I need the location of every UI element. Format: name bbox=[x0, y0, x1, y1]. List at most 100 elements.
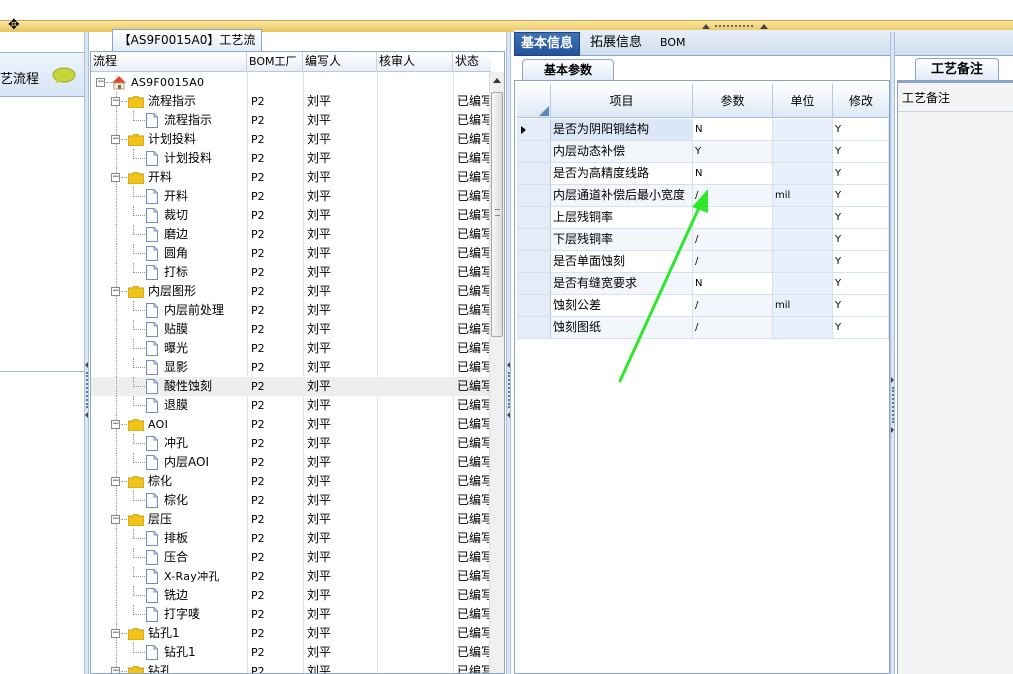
tree-node[interactable]: − 钻孔1 P2 刘平 已编写 bbox=[91, 624, 491, 643]
tree-root-node[interactable]: − AS9F0015A0 bbox=[91, 73, 491, 92]
collapse-left-icon[interactable] bbox=[85, 412, 88, 418]
collapse-left-icon[interactable] bbox=[507, 412, 510, 418]
collapse-node-icon[interactable]: − bbox=[111, 135, 120, 144]
col-header-edit[interactable]: 修改 bbox=[833, 84, 889, 118]
col-header-reviewer[interactable]: 核审人 bbox=[377, 52, 453, 72]
param-edit-cell[interactable]: Y bbox=[833, 185, 889, 206]
col-header-writer[interactable]: 编写人 bbox=[303, 52, 377, 72]
tree-node[interactable]: − 计划投料 P2 刘平 已编写 bbox=[91, 130, 491, 149]
collapse-right-icon[interactable] bbox=[891, 427, 894, 433]
param-edit-cell[interactable]: Y bbox=[833, 317, 889, 338]
param-value-cell[interactable]: N bbox=[693, 163, 773, 184]
row-selector[interactable] bbox=[517, 295, 551, 316]
collapse-node-icon[interactable]: − bbox=[111, 667, 120, 673]
param-value-cell[interactable]: Y bbox=[693, 141, 773, 162]
row-selector[interactable] bbox=[517, 185, 551, 206]
collapse-node-icon[interactable]: − bbox=[111, 629, 120, 638]
col-header-flow[interactable]: 流程 bbox=[91, 52, 247, 72]
row-selector[interactable] bbox=[517, 317, 551, 338]
left-nav-header[interactable]: 艺流程 bbox=[0, 53, 84, 97]
tree-node[interactable]: 圆角 P2 刘平 已编写 bbox=[91, 244, 491, 263]
param-edit-cell[interactable]: Y bbox=[833, 119, 889, 140]
tree-node[interactable]: 打字唛 P2 刘平 已编写 bbox=[91, 605, 491, 624]
tab-basic-info[interactable]: 基本信息 bbox=[514, 32, 581, 56]
tab-extended-info[interactable]: 拓展信息 bbox=[584, 32, 648, 56]
tree-node[interactable]: 贴膜 P2 刘平 已编写 bbox=[91, 320, 491, 339]
tree-node[interactable]: 排板 P2 刘平 已编写 bbox=[91, 529, 491, 548]
tree-node[interactable]: − 内层图形 P2 刘平 已编写 bbox=[91, 282, 491, 301]
row-selector[interactable] bbox=[517, 163, 551, 184]
row-selector[interactable] bbox=[517, 207, 551, 228]
tree-node[interactable]: 冲孔 P2 刘平 已编写 bbox=[91, 434, 491, 453]
collapse-node-icon[interactable]: − bbox=[96, 78, 105, 87]
process-flow-tab[interactable]: 【AS9F0015A0】工艺流程 bbox=[112, 29, 262, 67]
tree-node[interactable]: 流程指示 P2 刘平 已编写 bbox=[91, 111, 491, 130]
param-row[interactable]: 是否为高精度线路 N Y bbox=[517, 163, 889, 185]
tree-node[interactable]: 酸性蚀刻 P2 刘平 已编写 bbox=[91, 377, 491, 396]
collapse-node-icon[interactable]: − bbox=[111, 97, 120, 106]
tab-process-remarks[interactable]: 工艺备注 bbox=[915, 58, 999, 82]
collapse-left-icon[interactable] bbox=[507, 362, 510, 368]
tree-node[interactable]: − 流程指示 P2 刘平 已编写 bbox=[91, 92, 491, 111]
tree-node[interactable]: 显影 P2 刘平 已编写 bbox=[91, 358, 491, 377]
row-selector[interactable] bbox=[517, 141, 551, 162]
scroll-up-icon[interactable] bbox=[493, 78, 501, 83]
tab-basic-params[interactable]: 基本参数 bbox=[522, 59, 614, 81]
param-edit-cell[interactable]: Y bbox=[833, 207, 889, 228]
tree-node[interactable]: 退膜 P2 刘平 已编写 bbox=[91, 396, 491, 415]
tree-vertical-scrollbar[interactable] bbox=[489, 72, 504, 673]
collapse-node-icon[interactable]: − bbox=[111, 420, 120, 429]
tree-node[interactable]: 打标 P2 刘平 已编写 bbox=[91, 263, 491, 282]
right-splitter[interactable] bbox=[890, 32, 895, 674]
row-selector[interactable] bbox=[517, 119, 551, 140]
tree-node[interactable]: 计划投料 P2 刘平 已编写 bbox=[91, 149, 491, 168]
tree-node[interactable]: 铣边 P2 刘平 已编写 bbox=[91, 586, 491, 605]
tree-node[interactable]: − 钻孔 P2 刘平 已编写 bbox=[91, 662, 491, 673]
param-edit-cell[interactable]: Y bbox=[833, 295, 889, 316]
col-header-value[interactable]: 参数 bbox=[693, 84, 773, 118]
collapse-node-icon[interactable]: − bbox=[111, 173, 120, 182]
collapse-left-icon[interactable] bbox=[85, 362, 88, 368]
tree-node[interactable]: X-Ray冲孔 P2 刘平 已编写 bbox=[91, 567, 491, 586]
middle-splitter[interactable] bbox=[506, 32, 511, 674]
tree-node[interactable]: 钻孔1 P2 刘平 已编写 bbox=[91, 643, 491, 662]
speech-bubble-icon[interactable] bbox=[52, 67, 76, 85]
param-edit-cell[interactable]: Y bbox=[833, 141, 889, 162]
tree-node[interactable]: 曝光 P2 刘平 已编写 bbox=[91, 339, 491, 358]
left-splitter[interactable] bbox=[84, 32, 89, 674]
tree-node[interactable]: 裁切 P2 刘平 已编写 bbox=[91, 206, 491, 225]
scroll-thumb[interactable] bbox=[491, 92, 503, 337]
col-header-unit[interactable]: 单位 bbox=[773, 84, 833, 118]
tree-node[interactable]: − 棕化 P2 刘平 已编写 bbox=[91, 472, 491, 491]
col-header-status[interactable]: 状态 bbox=[453, 52, 491, 72]
collapse-up-icon[interactable] bbox=[760, 24, 768, 29]
collapse-node-icon[interactable]: − bbox=[111, 477, 120, 486]
tree-node[interactable]: − 层压 P2 刘平 已编写 bbox=[91, 510, 491, 529]
param-edit-cell[interactable]: Y bbox=[833, 229, 889, 250]
row-selector[interactable] bbox=[517, 229, 551, 250]
param-edit-cell[interactable]: Y bbox=[833, 163, 889, 184]
tree-node[interactable]: − 开料 P2 刘平 已编写 bbox=[91, 168, 491, 187]
move-cursor-icon[interactable]: ✥ bbox=[8, 16, 24, 34]
row-selector[interactable] bbox=[517, 273, 551, 294]
param-edit-cell[interactable]: Y bbox=[833, 273, 889, 294]
collapse-node-icon[interactable]: − bbox=[111, 287, 120, 296]
param-edit-cell[interactable]: Y bbox=[833, 251, 889, 272]
tree-node[interactable]: 内层AOI P2 刘平 已编写 bbox=[91, 453, 491, 472]
tree-node[interactable]: − AOI P2 刘平 已编写 bbox=[91, 415, 491, 434]
tab-bom[interactable]: BOM bbox=[654, 32, 692, 56]
collapse-right-icon[interactable] bbox=[891, 377, 894, 383]
collapse-node-icon[interactable]: − bbox=[111, 515, 120, 524]
tree-node[interactable]: 内层前处理 P2 刘平 已编写 bbox=[91, 301, 491, 320]
tree-node[interactable]: 棕化 P2 刘平 已编写 bbox=[91, 491, 491, 510]
collapse-up-icon[interactable] bbox=[702, 24, 710, 29]
param-value-cell[interactable]: N bbox=[693, 119, 773, 140]
param-row[interactable]: 是否为阴阳铜结构 N Y bbox=[517, 119, 889, 141]
tree-node[interactable]: 压合 P2 刘平 已编写 bbox=[91, 548, 491, 567]
tree-node[interactable]: 开料 P2 刘平 已编写 bbox=[91, 187, 491, 206]
col-header-item[interactable]: 项目 bbox=[551, 84, 693, 118]
row-header-corner[interactable] bbox=[517, 84, 551, 118]
param-row[interactable]: 内层动态补偿 Y Y bbox=[517, 141, 889, 163]
row-selector[interactable] bbox=[517, 251, 551, 272]
tree-node[interactable]: 磨边 P2 刘平 已编写 bbox=[91, 225, 491, 244]
